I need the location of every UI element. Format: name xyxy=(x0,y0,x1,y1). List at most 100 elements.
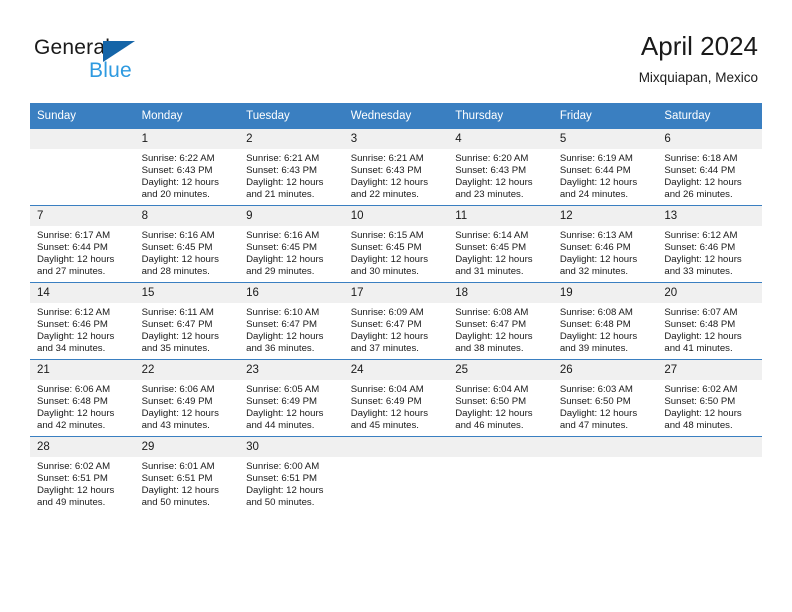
calendar-day-cell[interactable]: 24 Sunrise: 6:04 AM Sunset: 6:49 PM Dayligh… xyxy=(343,359,449,437)
day-details: Sunrise: 6:21 AM Sunset: 6:43 PM Daylight:… xyxy=(344,149,449,201)
calendar-day-cell[interactable]: 2 Sunrise: 6:21 AM Sunset: 6:43 PM Daylight… xyxy=(239,129,344,206)
daylight-text-line2: and 30 minutes. xyxy=(350,266,419,278)
calendar-day-cell[interactable]: 30 Sunrise: 6:00 AM Sunset: 6:51 PM Dayligh… xyxy=(239,436,344,513)
sunrise-text: Sunrise: 6:16 AM xyxy=(141,230,215,241)
sunset-text: Sunset: 6:50 PM xyxy=(455,396,527,408)
calendar-cell-empty xyxy=(448,436,553,513)
day-number: 29 xyxy=(134,437,240,457)
sunrise-text: Sunrise: 6:10 AM xyxy=(246,307,320,318)
daylight-text-line1: Daylight: 12 hours xyxy=(37,485,115,497)
day-details: Sunrise: 6:06 AM Sunset: 6:49 PM Daylight:… xyxy=(135,380,240,432)
sunrise-text: Sunrise: 6:02 AM xyxy=(37,461,111,472)
calendar-day-cell[interactable]: 5 Sunrise: 6:19 AM Sunset: 6:44 PM Daylight… xyxy=(552,129,658,206)
day-number: 7 xyxy=(30,206,135,226)
day-number xyxy=(448,437,553,457)
weekday-header-thursday: Thursday xyxy=(448,103,553,129)
sunset-text: Sunset: 6:43 PM xyxy=(455,165,527,177)
day-number: 27 xyxy=(657,360,762,380)
sunrise-text: Sunrise: 6:01 AM xyxy=(141,461,215,472)
calendar-day-cell[interactable]: 23 Sunrise: 6:05 AM Sunset: 6:49 PM Dayligh… xyxy=(239,359,344,437)
day-number: 20 xyxy=(657,283,762,303)
daylight-text-line1: Daylight: 12 hours xyxy=(455,254,533,266)
calendar-page: General Blue April 2024 Mixquiapan, Mexi… xyxy=(0,0,792,612)
daylight-text-line2: and 47 minutes. xyxy=(559,420,629,432)
brand-name-blue: Blue xyxy=(89,59,132,82)
calendar-day-cell[interactable]: 22 Sunrise: 6:06 AM Sunset: 6:49 PM Dayligh… xyxy=(134,359,240,437)
daylight-text-line2: and 28 minutes. xyxy=(141,266,210,278)
sunrise-text: Sunrise: 6:08 AM xyxy=(559,307,633,318)
day-number: 15 xyxy=(134,283,240,303)
calendar-day-cell[interactable]: 21 Sunrise: 6:06 AM Sunset: 6:48 PM Dayligh… xyxy=(30,359,135,437)
sunrise-text: Sunrise: 6:02 AM xyxy=(664,384,738,395)
sunset-text: Sunset: 6:48 PM xyxy=(37,396,108,408)
calendar-day-cell[interactable]: 20 Sunrise: 6:07 AM Sunset: 6:48 PM Dayligh… xyxy=(657,282,762,360)
calendar-day-cell[interactable]: 27 Sunrise: 6:02 AM Sunset: 6:50 PM Dayligh… xyxy=(657,359,762,437)
day-number: 23 xyxy=(239,360,344,380)
daylight-text-line1: Daylight: 12 hours xyxy=(246,254,324,266)
calendar-day-cell[interactable]: 14 Sunrise: 6:12 AM Sunset: 6:46 PM Dayligh… xyxy=(30,282,135,360)
sunrise-text: Sunrise: 6:21 AM xyxy=(246,153,320,164)
calendar-day-cell[interactable]: 17 Sunrise: 6:09 AM Sunset: 6:47 PM Dayligh… xyxy=(343,282,449,360)
day-details: Sunrise: 6:03 AM Sunset: 6:50 PM Daylight:… xyxy=(553,380,658,432)
calendar-day-cell[interactable]: 15 Sunrise: 6:11 AM Sunset: 6:47 PM Dayligh… xyxy=(134,282,240,360)
calendar-day-cell[interactable]: 7 Sunrise: 6:17 AM Sunset: 6:44 PM Daylight… xyxy=(30,205,135,283)
daylight-text-line2: and 32 minutes. xyxy=(559,266,629,278)
brand-logo[interactable]: General Blue xyxy=(34,36,264,92)
daylight-text-line2: and 43 minutes. xyxy=(141,420,210,432)
calendar-day-cell[interactable]: 1 Sunrise: 6:22 AM Sunset: 6:43 PM Daylight… xyxy=(134,129,240,206)
day-details: Sunrise: 6:13 AM Sunset: 6:46 PM Daylight:… xyxy=(553,226,658,278)
calendar-day-cell[interactable]: 29 Sunrise: 6:01 AM Sunset: 6:51 PM Dayligh… xyxy=(134,436,240,513)
weekday-header-wednesday: Wednesday xyxy=(343,103,449,129)
daylight-text-line1: Daylight: 12 hours xyxy=(350,408,429,420)
calendar-day-cell[interactable]: 12 Sunrise: 6:13 AM Sunset: 6:46 PM Dayligh… xyxy=(552,205,658,283)
day-number: 26 xyxy=(552,360,658,380)
daylight-text-line1: Daylight: 12 hours xyxy=(455,331,533,343)
calendar-cell-empty xyxy=(343,436,449,513)
calendar-day-cell[interactable]: 13 Sunrise: 6:12 AM Sunset: 6:46 PM Dayligh… xyxy=(657,205,762,283)
sunset-text: Sunset: 6:46 PM xyxy=(559,242,631,254)
calendar-day-cell[interactable]: 25 Sunrise: 6:04 AM Sunset: 6:50 PM Dayligh… xyxy=(448,359,553,437)
daylight-text-line2: and 26 minutes. xyxy=(664,189,733,201)
daylight-text-line1: Daylight: 12 hours xyxy=(37,331,115,343)
day-number: 1 xyxy=(134,129,240,149)
daylight-text-line1: Daylight: 12 hours xyxy=(664,331,742,343)
daylight-text-line2: and 33 minutes. xyxy=(664,266,733,278)
day-details: Sunrise: 6:22 AM Sunset: 6:43 PM Daylight:… xyxy=(135,149,240,201)
daylight-text-line1: Daylight: 12 hours xyxy=(350,177,429,189)
calendar-day-cell[interactable]: 6 Sunrise: 6:18 AM Sunset: 6:44 PM Daylight… xyxy=(657,129,762,206)
calendar-day-cell[interactable]: 8 Sunrise: 6:16 AM Sunset: 6:45 PM Daylight… xyxy=(134,205,240,283)
sunrise-text: Sunrise: 6:17 AM xyxy=(37,230,111,241)
page-subtitle: Mixquiapan, Mexico xyxy=(638,70,758,85)
calendar-day-cell[interactable]: 19 Sunrise: 6:08 AM Sunset: 6:48 PM Dayligh… xyxy=(552,282,658,360)
calendar-day-cell[interactable]: 18 Sunrise: 6:08 AM Sunset: 6:47 PM Dayligh… xyxy=(448,282,553,360)
sunset-text: Sunset: 6:51 PM xyxy=(37,473,108,485)
day-number: 13 xyxy=(657,206,762,226)
daylight-text-line2: and 38 minutes. xyxy=(455,343,524,355)
calendar-day-cell[interactable]: 28 Sunrise: 6:02 AM Sunset: 6:51 PM Dayligh… xyxy=(30,436,135,513)
sunset-text: Sunset: 6:44 PM xyxy=(664,165,736,177)
daylight-text-line1: Daylight: 12 hours xyxy=(246,485,324,497)
sunrise-text: Sunrise: 6:20 AM xyxy=(455,153,529,164)
day-number: 8 xyxy=(134,206,240,226)
calendar-day-cell[interactable]: 16 Sunrise: 6:10 AM Sunset: 6:47 PM Dayligh… xyxy=(239,282,344,360)
calendar-day-cell[interactable]: 9 Sunrise: 6:16 AM Sunset: 6:45 PM Daylight… xyxy=(239,205,344,283)
daylight-text-line1: Daylight: 12 hours xyxy=(141,331,219,343)
calendar-day-cell[interactable]: 11 Sunrise: 6:14 AM Sunset: 6:45 PM Dayligh… xyxy=(448,205,553,283)
calendar-cell-empty xyxy=(552,436,658,513)
calendar-day-cell[interactable]: 10 Sunrise: 6:15 AM Sunset: 6:45 PM Dayligh… xyxy=(343,205,449,283)
sunset-text: Sunset: 6:44 PM xyxy=(559,165,631,177)
daylight-text-line2: and 31 minutes. xyxy=(455,266,524,278)
day-details: Sunrise: 6:05 AM Sunset: 6:49 PM Daylight:… xyxy=(239,380,344,432)
calendar-day-cell[interactable]: 26 Sunrise: 6:03 AM Sunset: 6:50 PM Dayligh… xyxy=(552,359,658,437)
sunrise-text: Sunrise: 6:09 AM xyxy=(350,307,424,318)
sunset-text: Sunset: 6:45 PM xyxy=(455,242,527,254)
sunset-text: Sunset: 6:50 PM xyxy=(664,396,736,408)
calendar-day-cell[interactable]: 4 Sunrise: 6:20 AM Sunset: 6:43 PM Daylight… xyxy=(448,129,553,206)
day-details: Sunrise: 6:02 AM Sunset: 6:51 PM Daylight:… xyxy=(30,457,135,509)
sunset-text: Sunset: 6:47 PM xyxy=(246,319,318,331)
brand-name-general: General xyxy=(34,36,111,59)
sunrise-text: Sunrise: 6:19 AM xyxy=(559,153,633,164)
sunset-text: Sunset: 6:46 PM xyxy=(664,242,736,254)
day-details: Sunrise: 6:16 AM Sunset: 6:45 PM Daylight:… xyxy=(239,226,344,278)
calendar-day-cell[interactable]: 3 Sunrise: 6:21 AM Sunset: 6:43 PM Daylight… xyxy=(343,129,449,206)
